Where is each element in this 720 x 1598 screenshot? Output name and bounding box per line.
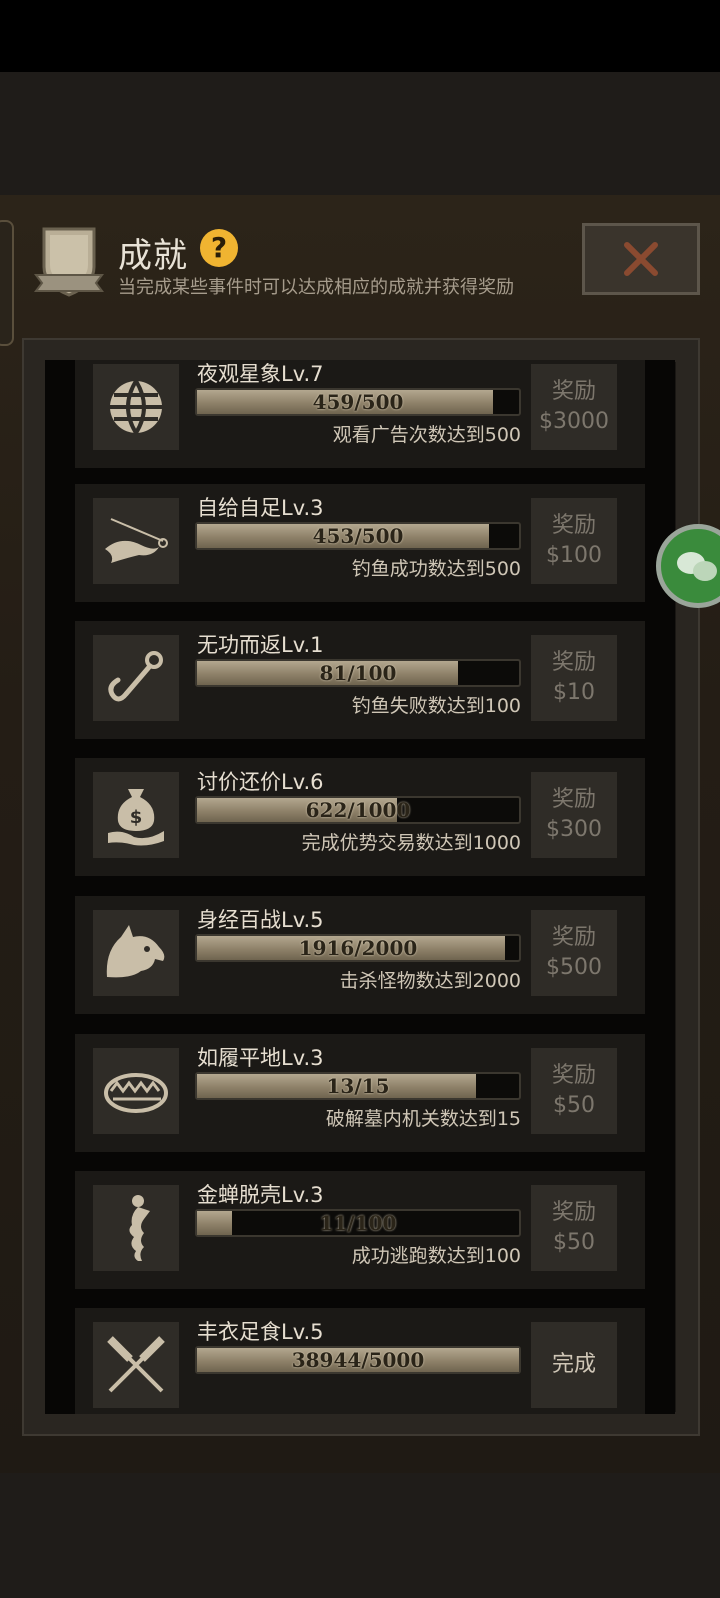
page-title: 成就 <box>118 236 188 276</box>
progress-bar: 38944/5000 <box>195 1346 521 1374</box>
reward-value: $3000 <box>539 409 609 434</box>
progress-bar: 81/100 <box>195 659 521 687</box>
reward-button[interactable]: 奖励 $10 <box>531 635 617 721</box>
reward-value: $100 <box>546 543 602 568</box>
reward-button[interactable]: 奖励 $50 <box>531 1048 617 1134</box>
page-subtitle: 当完成某些事件时可以达成相应的成就并获得奖励 <box>118 277 514 298</box>
achievement-name: 讨价还价Lv.6 <box>197 770 324 794</box>
money-bag-hand-icon: $ <box>108 789 164 846</box>
achievement-card: 夜观星象Lv.7 459/500 观看广告次数达到500 奖励 $3000 <box>75 360 645 468</box>
achievement-description: 破解墓内机关数达到15 <box>325 1108 521 1130</box>
wolf-head-icon <box>106 925 165 978</box>
achievement-card: 无功而返Lv.1 81/100 钓鱼失败数达到100 奖励 $10 <box>75 621 645 739</box>
reward-value: $300 <box>546 817 602 842</box>
achievement-icon <box>93 635 179 721</box>
close-button[interactable] <box>582 223 700 295</box>
achievement-description: 击杀怪物数达到2000 <box>339 970 521 992</box>
status-bar <box>0 0 720 72</box>
achievement-icon <box>93 1322 179 1408</box>
reward-label: 奖励 <box>551 650 596 675</box>
reward-label: 完成 <box>551 1352 596 1377</box>
reward-button[interactable]: 奖励 $300 <box>531 772 617 858</box>
reward-label: 奖励 <box>551 379 596 404</box>
progress-text: 453/500 <box>312 524 404 548</box>
achievement-name: 丰衣足食Lv.5 <box>197 1320 324 1344</box>
svg-text:$: $ <box>130 807 143 828</box>
achievement-card: 自给自足Lv.3 453/500 钓鱼成功数达到500 奖励 $100 <box>75 484 645 602</box>
achievement-description: 成功逃跑数达到100 <box>351 1245 521 1267</box>
shield-emblem-icon <box>34 227 104 297</box>
reward-value: $50 <box>553 1230 595 1255</box>
fishing-hook-fish-icon <box>105 518 168 563</box>
achievement-description: 观看广告次数达到500 <box>332 424 521 446</box>
achievement-name: 身经百战Lv.5 <box>197 908 324 932</box>
achievement-icon <box>93 498 179 584</box>
progress-text: 1916/2000 <box>298 936 418 960</box>
reward-label: 奖励 <box>551 787 596 812</box>
achievement-description: 钓鱼成功数达到500 <box>351 558 521 580</box>
reward-label: 奖励 <box>551 513 596 538</box>
help-icon[interactable]: ? <box>200 229 238 267</box>
achievement-icon <box>93 910 179 996</box>
side-tab[interactable] <box>0 220 14 346</box>
achievement-icon: $ <box>93 772 179 858</box>
progress-bar: 13/15 <box>195 1072 521 1100</box>
reward-label: 奖励 <box>551 1200 596 1225</box>
achievement-card: 丰衣足食Lv.5 38944/5000 完成 <box>75 1308 645 1414</box>
achievement-list[interactable]: 夜观星象Lv.7 459/500 观看广告次数达到500 奖励 $3000 自给… <box>45 360 675 1414</box>
progress-bar: 11/100 <box>195 1209 521 1237</box>
progress-bar: 1916/2000 <box>195 934 521 962</box>
progress-text: 13/15 <box>326 1074 390 1098</box>
progress-bar: 453/500 <box>195 522 521 550</box>
achievement-name: 无功而返Lv.1 <box>197 633 324 657</box>
close-icon <box>624 242 658 276</box>
achievement-name: 自给自足Lv.3 <box>197 496 324 520</box>
achievement-icon <box>93 364 179 450</box>
reward-label: 奖励 <box>551 1063 596 1088</box>
achievement-name: 夜观星象Lv.7 <box>197 362 324 386</box>
achievement-name: 如履平地Lv.3 <box>197 1046 324 1070</box>
progress-text: 11/100 <box>319 1211 397 1235</box>
bear-trap-icon <box>104 1073 168 1113</box>
reward-button[interactable]: 奖励 $50 <box>531 1185 617 1271</box>
achievement-name: 金蝉脱壳Lv.3 <box>197 1183 324 1207</box>
crossed-spatulas-icon <box>107 1336 165 1393</box>
achievement-card: 如履平地Lv.3 13/15 破解墓内机关数达到15 奖励 $50 <box>75 1034 645 1152</box>
achievement-icon <box>93 1185 179 1271</box>
reward-button[interactable]: 奖励 $3000 <box>531 364 617 450</box>
escaping-figure-icon <box>129 1195 150 1261</box>
reward-value: $50 <box>553 1093 595 1118</box>
progress-bar: 459/500 <box>195 388 521 416</box>
achievement-description: 钓鱼失败数达到100 <box>351 695 521 717</box>
reward-label: 奖励 <box>551 925 596 950</box>
progress-text: 81/100 <box>319 661 397 685</box>
progress-bar: 622/1000 <box>195 796 521 824</box>
achievement-card: 身经百战Lv.5 1916/2000 击杀怪物数达到2000 奖励 $500 <box>75 896 645 1014</box>
reward-value: $10 <box>553 680 595 705</box>
achievement-icon <box>93 1048 179 1134</box>
reward-button[interactable]: 奖励 $500 <box>531 910 617 996</box>
achievement-description: 完成优势交易数达到1000 <box>301 832 521 854</box>
achievement-card: 金蝉脱壳Lv.3 11/100 成功逃跑数达到100 奖励 $50 <box>75 1171 645 1289</box>
globe-icon <box>110 379 162 435</box>
progress-text: 459/500 <box>312 390 404 414</box>
fish-hook-icon <box>108 651 163 702</box>
complete-button[interactable]: 完成 <box>531 1322 617 1408</box>
progress-text: 622/1000 <box>305 798 411 822</box>
wechat-float-button[interactable] <box>656 524 720 608</box>
reward-value: $500 <box>546 955 602 980</box>
reward-button[interactable]: 奖励 $100 <box>531 498 617 584</box>
achievement-card: $ 讨价还价Lv.6 622/1000 完成优势交易数达到1000 奖励 $30… <box>75 758 645 876</box>
chat-bubble-icon <box>677 552 717 581</box>
progress-text: 38944/5000 <box>291 1348 425 1372</box>
